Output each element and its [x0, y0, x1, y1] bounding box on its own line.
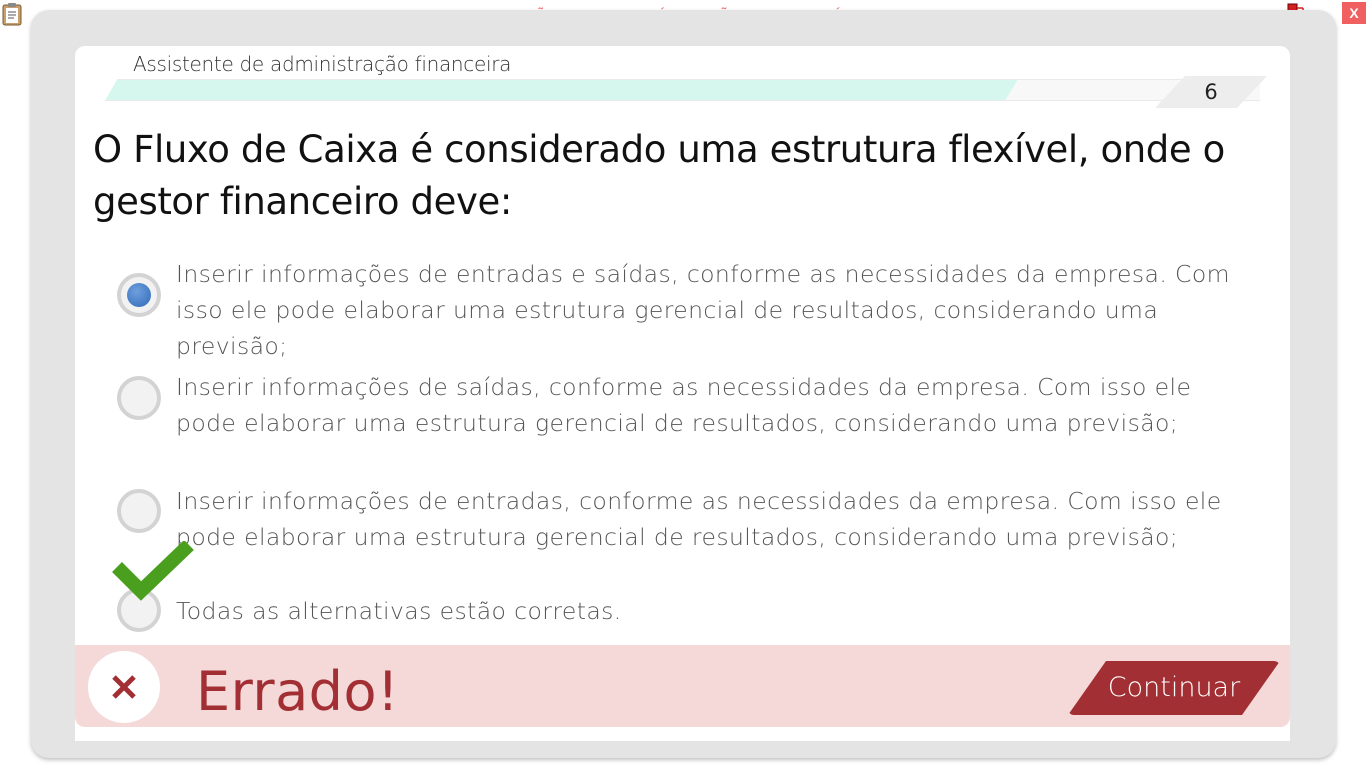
option-4[interactable]: Todas as alternativas estão corretas.: [112, 539, 1237, 633]
question-text: O Fluxo de Caixa é considerado uma estru…: [93, 128, 1225, 223]
option-text: Inserir informações de entradas, conform…: [176, 487, 1222, 551]
radio-button[interactable]: [117, 376, 161, 420]
radio-button[interactable]: [117, 489, 161, 533]
option-1[interactable]: Inserir informações de entradas e saídas…: [117, 256, 1237, 360]
wrong-icon: [88, 651, 160, 723]
feedback-bar: Errado! Continuar: [75, 645, 1290, 727]
window-close-button[interactable]: X: [1342, 2, 1366, 24]
radio-button[interactable]: [117, 273, 161, 317]
option-text: Inserir informações de saídas, conforme …: [176, 373, 1192, 437]
option-3[interactable]: Inserir informações de entradas, conform…: [117, 483, 1237, 563]
progress-fill: [105, 80, 1017, 100]
option-text: Todas as alternativas estão corretas.: [176, 597, 622, 625]
progress-bar: [105, 79, 1260, 101]
result-text: Errado!: [196, 660, 400, 723]
course-title: Assistente de administração financeira: [133, 52, 512, 76]
clipboard-icon[interactable]: [1, 2, 23, 26]
option-2[interactable]: Inserir informações de saídas, conforme …: [117, 369, 1237, 449]
continue-button[interactable]: Continuar: [1068, 661, 1280, 715]
quiz-card: Assistente de administração financeira 6…: [75, 46, 1290, 741]
option-text: Inserir informações de entradas e saídas…: [176, 260, 1230, 360]
